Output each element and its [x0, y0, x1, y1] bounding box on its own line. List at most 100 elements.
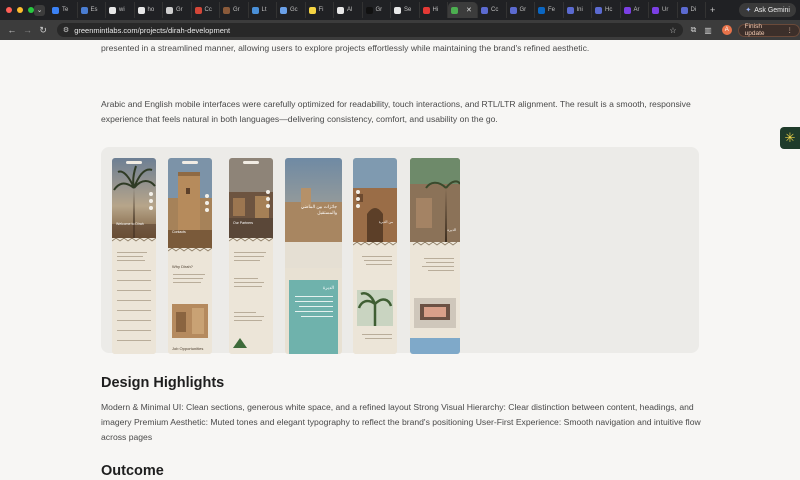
tab-favicon-icon [623, 6, 631, 14]
browser-tab-bar: ⌄ Te Es wi ho Gr Cc Gr Lt Gc Fi Al Gr Se Hi ✕ Cc Gr Fe Ini… [0, 0, 800, 20]
partners-section [229, 238, 273, 354]
browser-tab[interactable]: Cc [478, 2, 507, 18]
tab-favicon-icon [422, 6, 430, 14]
browser-tab[interactable]: Lt [249, 2, 277, 18]
tab-title: Fe [548, 7, 556, 13]
profile-avatar[interactable]: A [721, 25, 732, 35]
job-opportunities-label: Job Opportunities [172, 346, 204, 351]
side-nav-dots [356, 190, 360, 211]
browser-tab[interactable]: Ar [621, 2, 649, 18]
tab-favicon-icon [337, 6, 344, 14]
reload-icon[interactable]: ↻ [35, 25, 51, 36]
tab-title: Ur [662, 7, 669, 13]
tab-title: Gr [176, 7, 183, 13]
tab-title: Hc [605, 7, 613, 13]
partner-logo-icon [233, 338, 247, 348]
back-arrow-icon[interactable]: ← [4, 25, 20, 35]
close-window-button[interactable] [6, 7, 12, 13]
address-bar[interactable]: ⚙ greenmintlabs.com/projects/dirah-devel… [56, 23, 683, 37]
tab-favicon-icon [137, 6, 145, 14]
tab-title: Fi [318, 7, 324, 13]
browser-tab[interactable]: Gr [163, 2, 192, 18]
browser-tab[interactable]: Te [49, 2, 78, 18]
browser-tab[interactable]: Gr [363, 2, 391, 18]
mobile-screens-gallery: Welcome to Dirah Contacts Why Dirah? Job… [101, 147, 699, 354]
arabic-caption-2: الديرة [447, 228, 456, 232]
bookmark-star-icon[interactable]: ☆ [669, 26, 676, 35]
welcome-caption: Welcome to Dirah [116, 222, 144, 226]
browser-tab[interactable]: Es [78, 2, 106, 18]
why-dirah-section: Why Dirah? Job Opportunities [168, 248, 212, 354]
tab-title: Ar [633, 7, 640, 13]
finish-update-button[interactable]: Finish update ⋮ [737, 23, 800, 37]
teal-info-card: الديرة [289, 280, 338, 354]
site-info-icon[interactable]: ⚙ [63, 26, 69, 34]
tab-favicon-icon [365, 6, 373, 14]
browser-tab[interactable]: wi [106, 2, 135, 18]
browser-tab[interactable]: Se [391, 2, 420, 18]
browser-tab[interactable]: Gc [277, 2, 306, 18]
avatar-letter: A [724, 27, 729, 33]
tab-title: Lt [261, 7, 267, 13]
tab-favicon-icon [509, 6, 517, 14]
tab-favicon-icon [595, 6, 602, 14]
tab-favicon-icon [538, 6, 545, 14]
tab-search-button[interactable]: ⌄ [34, 4, 45, 16]
arabic-hero-caption: جائزات بين الماضي والمستقبل [300, 204, 337, 215]
ask-gemini-button[interactable]: ✦ Ask Gemini [739, 3, 796, 17]
browser-tab[interactable]: Di [678, 2, 706, 18]
tab-title: Al [347, 7, 353, 13]
page-content: presented in a streamlined manner, allow… [0, 40, 800, 480]
browser-tab[interactable]: Cc [192, 2, 220, 18]
new-tab-button[interactable]: + [710, 5, 715, 15]
intro-paragraph: presented in a streamlined manner, allow… [101, 43, 590, 53]
ask-gemini-label: Ask Gemini [754, 6, 790, 14]
browser-tab[interactable]: Hi [420, 2, 448, 18]
browser-tab[interactable]: ✕ [448, 2, 478, 18]
browser-tab[interactable]: Al [334, 2, 363, 18]
browser-tab[interactable]: Fi [306, 2, 334, 18]
tab-title: Cc [491, 7, 499, 13]
side-panel-icon[interactable]: ▥ [704, 26, 712, 35]
ornament-divider [112, 238, 156, 242]
dirah-logo [126, 161, 142, 164]
mobile-paragraph: Arabic and English mobile interfaces wer… [101, 99, 691, 124]
chevron-down-icon: ⌄ [36, 7, 43, 14]
browser-tab[interactable]: Gr [220, 2, 249, 18]
browser-tab[interactable]: Hc [592, 2, 621, 18]
tab-favicon-icon [451, 6, 458, 14]
browser-tab[interactable]: Gr [507, 2, 535, 18]
minimize-window-button[interactable] [17, 7, 23, 13]
browser-tab[interactable]: Fe [535, 2, 564, 18]
window-controls [0, 7, 34, 13]
tab-title: Cc [204, 7, 212, 13]
floating-widget-button[interactable]: ✳ [780, 127, 800, 149]
mobile-screen-3: Our Partners [229, 158, 273, 354]
contacts-caption: Contacts [172, 230, 186, 234]
forward-arrow-icon[interactable]: → [20, 25, 36, 35]
tab-favicon-icon [223, 6, 230, 14]
sparkle-icon: ✳ [784, 130, 796, 145]
tab-favicon-icon [308, 6, 316, 14]
tab-title: ho [147, 7, 155, 13]
ornament-divider [412, 242, 458, 246]
palm-garden-image [357, 290, 393, 326]
tab-title: Te [62, 7, 69, 13]
ornament-divider [229, 238, 273, 242]
tab-favicon-icon [52, 6, 59, 14]
browser-tab[interactable]: Ini [564, 2, 592, 18]
side-nav-dots [149, 192, 153, 213]
sky-image [410, 338, 460, 354]
tab-favicon-icon [166, 6, 173, 14]
dirah-logo [182, 161, 198, 164]
extensions-puzzle-icon[interactable]: ⧉ [691, 25, 697, 35]
tab-favicon-icon [80, 6, 88, 14]
browser-tab[interactable]: ho [135, 2, 163, 18]
tab-favicon-icon [280, 6, 287, 14]
close-tab-icon[interactable]: ✕ [466, 6, 472, 14]
browser-tab[interactable]: Ur [649, 2, 678, 18]
tab-favicon-icon [652, 6, 659, 14]
side-nav-dots [205, 194, 209, 215]
why-dirah-title: Why Dirah? [172, 264, 193, 269]
tab-title: Ini [576, 7, 583, 13]
